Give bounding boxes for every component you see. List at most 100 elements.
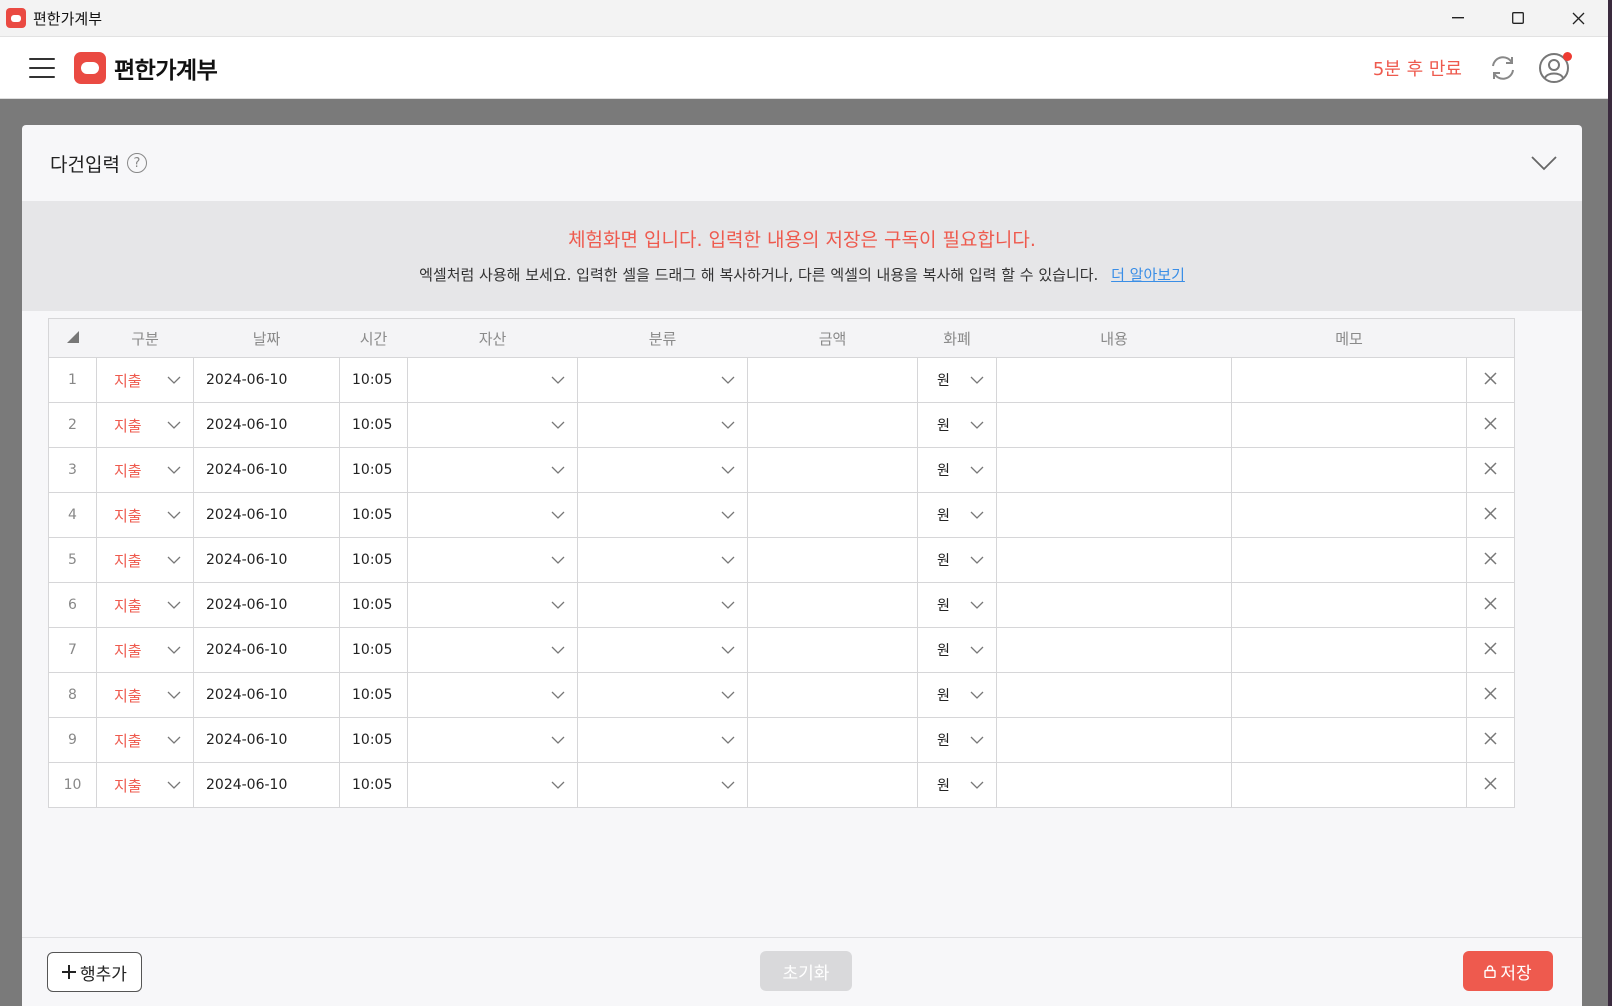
amount-cell[interactable] xyxy=(747,762,918,808)
content-cell[interactable] xyxy=(996,762,1232,808)
time-cell[interactable]: 10:05 xyxy=(339,447,408,493)
time-cell[interactable]: 10:05 xyxy=(339,402,408,448)
memo-cell[interactable] xyxy=(1231,672,1467,718)
time-cell[interactable]: 10:05 xyxy=(339,717,408,763)
memo-cell[interactable] xyxy=(1231,582,1467,628)
category-select[interactable] xyxy=(577,357,748,403)
date-cell[interactable]: 2024-06-10 xyxy=(193,762,340,808)
type-select[interactable]: 지출 xyxy=(96,492,194,538)
content-cell[interactable] xyxy=(996,717,1232,763)
help-icon[interactable]: ? xyxy=(126,153,147,173)
delete-row-button[interactable] xyxy=(1466,402,1515,448)
memo-cell[interactable] xyxy=(1231,447,1467,493)
amount-cell[interactable] xyxy=(747,717,918,763)
currency-select[interactable]: 원 xyxy=(917,717,997,763)
delete-row-button[interactable] xyxy=(1466,627,1515,673)
content-cell[interactable] xyxy=(996,627,1232,673)
user-profile-icon[interactable] xyxy=(1538,51,1572,84)
asset-select[interactable] xyxy=(407,672,578,718)
reset-button[interactable]: 초기화 xyxy=(760,951,852,991)
content-cell[interactable] xyxy=(996,357,1232,403)
select-all-corner[interactable] xyxy=(48,318,97,358)
subscription-expire-text[interactable]: 5분 후 만료 xyxy=(1373,55,1462,81)
delete-row-button[interactable] xyxy=(1466,717,1515,763)
maximize-icon[interactable] xyxy=(1488,0,1548,37)
time-cell[interactable]: 10:05 xyxy=(339,672,408,718)
amount-cell[interactable] xyxy=(747,627,918,673)
category-select[interactable] xyxy=(577,492,748,538)
currency-select[interactable]: 원 xyxy=(917,627,997,673)
date-cell[interactable]: 2024-06-10 xyxy=(193,447,340,493)
type-select[interactable]: 지출 xyxy=(96,582,194,628)
category-select[interactable] xyxy=(577,717,748,763)
asset-select[interactable] xyxy=(407,357,578,403)
save-button[interactable]: 저장 xyxy=(1463,951,1553,991)
date-cell[interactable]: 2024-06-10 xyxy=(193,357,340,403)
time-cell[interactable]: 10:05 xyxy=(339,762,408,808)
memo-cell[interactable] xyxy=(1231,717,1467,763)
content-cell[interactable] xyxy=(996,537,1232,583)
delete-row-button[interactable] xyxy=(1466,582,1515,628)
date-cell[interactable]: 2024-06-10 xyxy=(193,582,340,628)
category-select[interactable] xyxy=(577,762,748,808)
delete-row-button[interactable] xyxy=(1466,447,1515,493)
minimize-icon[interactable] xyxy=(1428,0,1488,37)
currency-select[interactable]: 원 xyxy=(917,537,997,583)
currency-select[interactable]: 원 xyxy=(917,402,997,448)
category-select[interactable] xyxy=(577,582,748,628)
amount-cell[interactable] xyxy=(747,582,918,628)
asset-select[interactable] xyxy=(407,582,578,628)
time-cell[interactable]: 10:05 xyxy=(339,537,408,583)
type-select[interactable]: 지출 xyxy=(96,357,194,403)
currency-select[interactable]: 원 xyxy=(917,582,997,628)
type-select[interactable]: 지출 xyxy=(96,627,194,673)
asset-select[interactable] xyxy=(407,447,578,493)
category-select[interactable] xyxy=(577,672,748,718)
type-select[interactable]: 지출 xyxy=(96,762,194,808)
asset-select[interactable] xyxy=(407,537,578,583)
amount-cell[interactable] xyxy=(747,537,918,583)
chevron-down-icon[interactable] xyxy=(1530,155,1558,171)
type-select[interactable]: 지출 xyxy=(96,402,194,448)
amount-cell[interactable] xyxy=(747,447,918,493)
content-cell[interactable] xyxy=(996,447,1232,493)
sync-icon[interactable] xyxy=(1488,53,1518,83)
category-select[interactable] xyxy=(577,627,748,673)
add-row-button[interactable]: 행추가 xyxy=(47,952,142,992)
asset-select[interactable] xyxy=(407,717,578,763)
amount-cell[interactable] xyxy=(747,672,918,718)
time-cell[interactable]: 10:05 xyxy=(339,357,408,403)
memo-cell[interactable] xyxy=(1231,402,1467,448)
asset-select[interactable] xyxy=(407,402,578,448)
amount-cell[interactable] xyxy=(747,357,918,403)
content-cell[interactable] xyxy=(996,582,1232,628)
type-select[interactable]: 지출 xyxy=(96,447,194,493)
amount-cell[interactable] xyxy=(747,492,918,538)
category-select[interactable] xyxy=(577,537,748,583)
delete-row-button[interactable] xyxy=(1466,537,1515,583)
type-select[interactable]: 지출 xyxy=(96,672,194,718)
category-select[interactable] xyxy=(577,402,748,448)
asset-select[interactable] xyxy=(407,492,578,538)
delete-row-button[interactable] xyxy=(1466,672,1515,718)
date-cell[interactable]: 2024-06-10 xyxy=(193,537,340,583)
memo-cell[interactable] xyxy=(1231,357,1467,403)
time-cell[interactable]: 10:05 xyxy=(339,627,408,673)
menu-icon[interactable] xyxy=(29,57,55,78)
type-select[interactable]: 지출 xyxy=(96,717,194,763)
currency-select[interactable]: 원 xyxy=(917,492,997,538)
memo-cell[interactable] xyxy=(1231,537,1467,583)
currency-select[interactable]: 원 xyxy=(917,762,997,808)
category-select[interactable] xyxy=(577,447,748,493)
memo-cell[interactable] xyxy=(1231,762,1467,808)
date-cell[interactable]: 2024-06-10 xyxy=(193,492,340,538)
currency-select[interactable]: 원 xyxy=(917,357,997,403)
currency-select[interactable]: 원 xyxy=(917,672,997,718)
content-cell[interactable] xyxy=(996,672,1232,718)
asset-select[interactable] xyxy=(407,627,578,673)
date-cell[interactable]: 2024-06-10 xyxy=(193,627,340,673)
amount-cell[interactable] xyxy=(747,402,918,448)
close-window-icon[interactable] xyxy=(1548,0,1608,37)
currency-select[interactable]: 원 xyxy=(917,447,997,493)
date-cell[interactable]: 2024-06-10 xyxy=(193,672,340,718)
